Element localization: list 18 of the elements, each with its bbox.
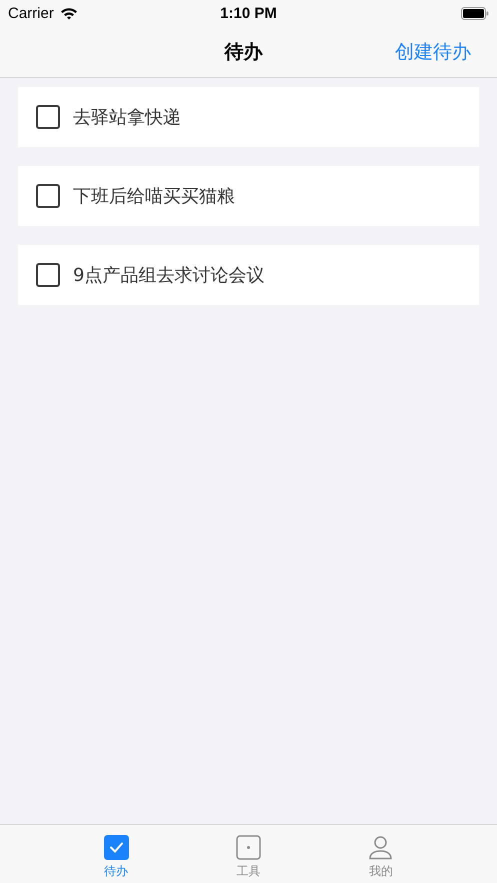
battery-icon <box>461 6 489 20</box>
carrier-name: Carrier <box>8 4 54 22</box>
checkbox[interactable] <box>36 184 60 208</box>
tab-item[interactable]: 我的 <box>314 825 447 883</box>
page-title: 待办 <box>224 40 262 64</box>
checkbox[interactable] <box>36 263 60 287</box>
create-todo-button[interactable]: 创建待办 <box>395 38 471 64</box>
todo-text: 去驿站拿快递 <box>73 106 181 129</box>
todo-text: 9点产品组去求讨论会议 <box>73 264 264 287</box>
tab-item[interactable]: 工具 <box>182 825 315 883</box>
clock-time: 1:10 PM <box>220 4 277 22</box>
person-icon <box>368 835 394 860</box>
wifi-icon <box>60 6 78 20</box>
die-icon <box>236 835 261 860</box>
todo-text: 下班后给喵买买猫粮 <box>73 185 235 208</box>
checkbox-icon <box>104 835 129 860</box>
tab-item[interactable]: 待办 <box>50 825 182 883</box>
checkbox[interactable] <box>36 105 60 129</box>
